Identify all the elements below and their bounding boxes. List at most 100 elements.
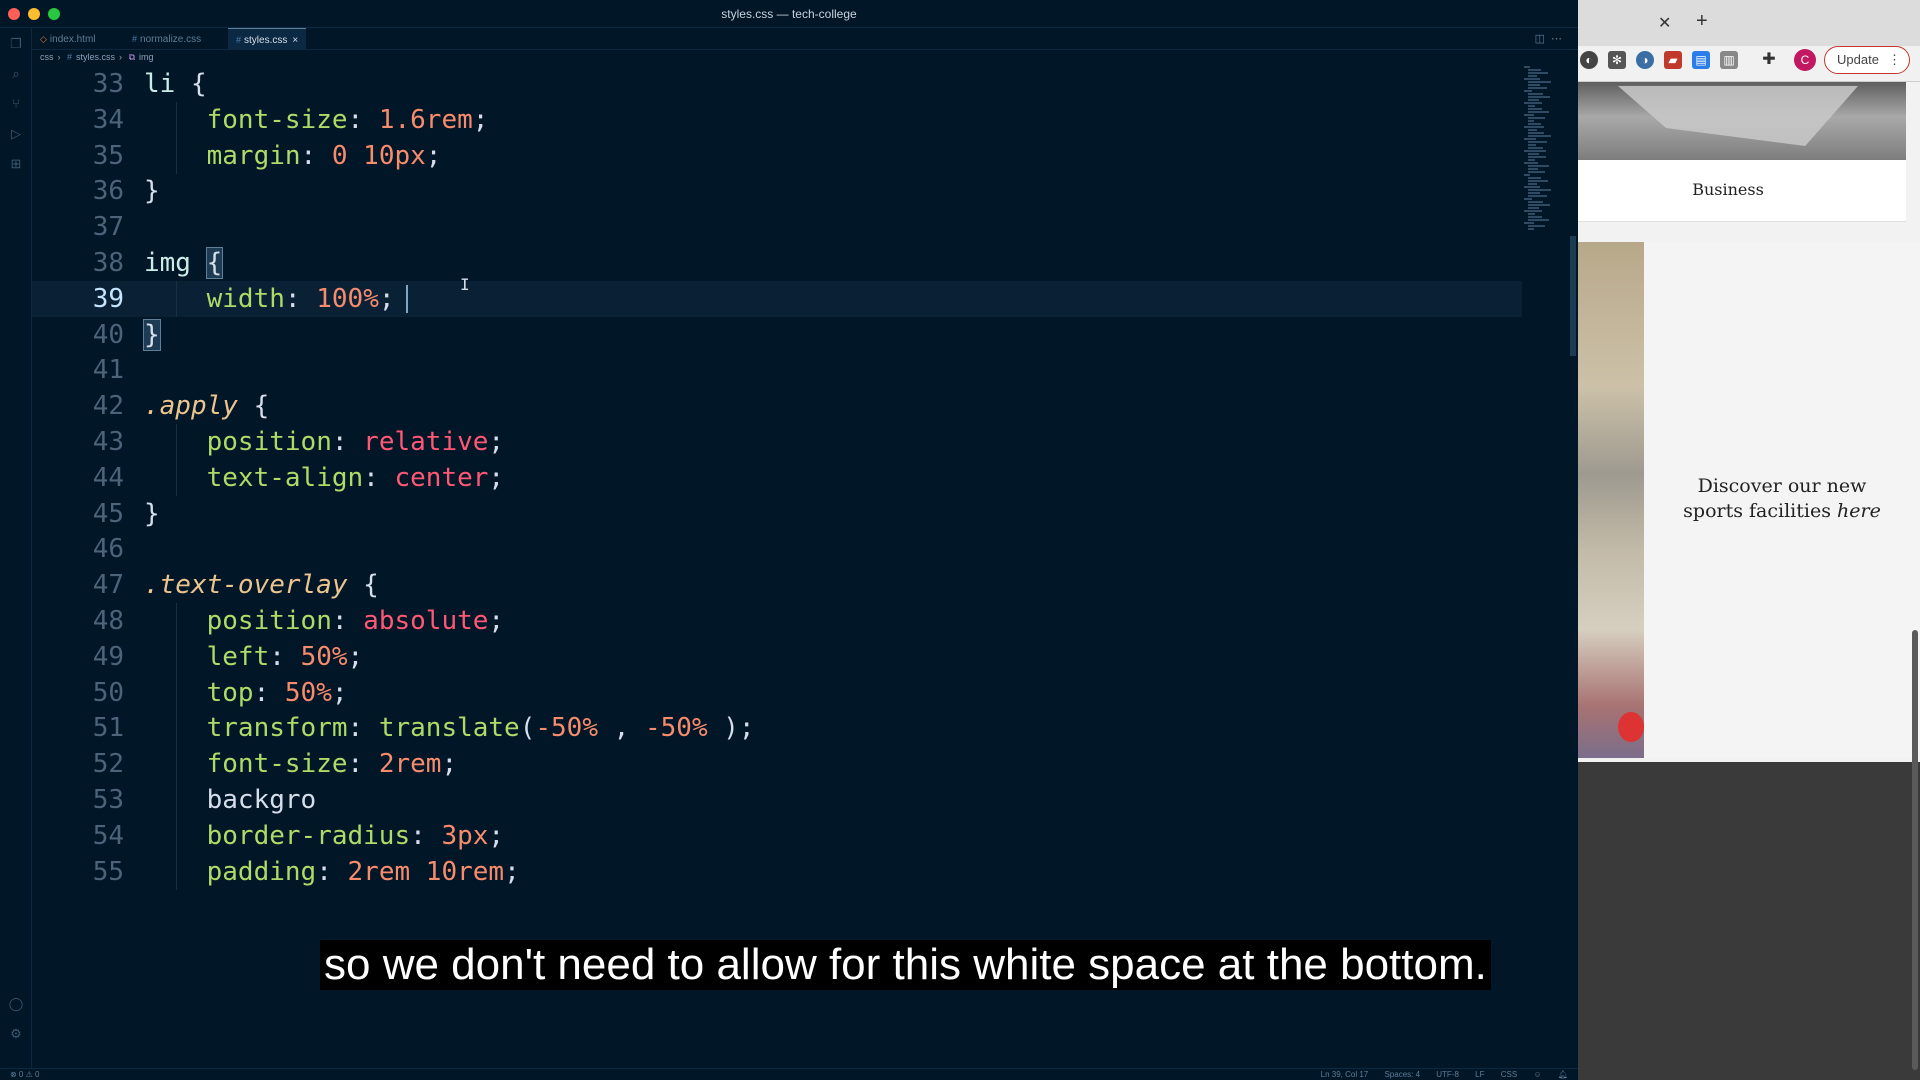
minimap-line — [1524, 126, 1544, 128]
more-actions-icon[interactable]: ⋯ — [1551, 33, 1568, 45]
code-line[interactable]: 49 left: 50%; — [32, 638, 1522, 675]
code-line[interactable]: 47 .text-overlay { — [32, 567, 1522, 603]
tab-index-html[interactable]: ◇ index.html — [32, 28, 104, 50]
line-number: 36 — [92, 176, 124, 207]
minimap-line — [1524, 138, 1536, 140]
status-bar: ⊗ 0 ⚠ 0 Ln 39, Col 17 Spaces: 4 UTF-8 LF… — [0, 1068, 1578, 1080]
tab-styles-css[interactable]: # styles.css × — [228, 28, 307, 50]
code-line[interactable]: 53 backgro — [32, 782, 1522, 818]
extension-icon[interactable]: ▥ — [1720, 51, 1738, 69]
code-line[interactable]: 45} — [32, 496, 1522, 532]
line-number: 52 — [92, 749, 124, 780]
code-text: } — [144, 176, 160, 207]
code-line[interactable]: 54 border-radius: 3px; — [32, 817, 1522, 854]
line-number: 44 — [92, 462, 124, 493]
minimap-line — [1528, 225, 1545, 227]
business-card[interactable]: Business — [1578, 160, 1906, 222]
line-number: 37 — [92, 212, 124, 243]
extension-icon[interactable]: ▰ — [1664, 51, 1682, 69]
extension-icon[interactable]: ◐ — [1580, 51, 1598, 69]
code-line[interactable]: 40} — [32, 317, 1522, 353]
update-button[interactable]: Update ⋮ — [1824, 46, 1910, 74]
minimap-line — [1528, 189, 1551, 191]
minimap[interactable] — [1524, 66, 1564, 236]
encoding[interactable]: UTF-8 — [1436, 1070, 1459, 1079]
breadcrumb-item[interactable]: img — [139, 52, 154, 62]
code-line[interactable]: 34 font-size: 1.6rem; — [32, 101, 1522, 138]
code-line[interactable]: 39 width: 100%; — [32, 280, 1522, 317]
code-line[interactable]: 44 text-align: center; — [32, 459, 1522, 496]
code-editor[interactable]: 33 li {34 font-size: 1.6rem; 35 margin: 0 … — [32, 66, 1572, 1066]
run-debug-icon[interactable]: ▷ — [8, 126, 24, 142]
code-line[interactable]: 41 — [32, 352, 1522, 388]
minimap-line — [1528, 72, 1548, 74]
extensions-icon[interactable]: ⊞ — [8, 156, 24, 172]
extension-icon[interactable]: ◑ — [1636, 51, 1654, 69]
minimap-line — [1528, 177, 1541, 179]
code-text: margin: 0 10px; — [206, 140, 442, 171]
code-line[interactable]: 55 padding: 2rem 10rem; — [32, 853, 1522, 890]
code-line[interactable]: 43 position: relative; — [32, 424, 1522, 460]
sports-link[interactable]: here — [1837, 500, 1881, 522]
breadcrumb-item[interactable]: styles.css — [76, 52, 115, 62]
code-text: li { — [144, 69, 207, 99]
code-line[interactable]: 38 img { — [32, 245, 1522, 281]
settings-gear-icon[interactable]: ⚙ — [8, 1026, 24, 1042]
indent-guide — [176, 603, 177, 639]
line-number: 49 — [92, 641, 124, 672]
editor-scrollbar[interactable] — [1570, 236, 1576, 356]
indentation[interactable]: Spaces: 4 — [1384, 1070, 1420, 1079]
account-icon[interactable]: ◯ — [8, 996, 24, 1012]
code-line[interactable]: 37 — [32, 209, 1522, 245]
minimap-line — [1528, 75, 1537, 77]
puzzle-icon[interactable]: ✚ — [1760, 51, 1778, 69]
minimap-line — [1528, 219, 1549, 221]
minimap-line — [1528, 120, 1534, 122]
new-tab-button[interactable]: + — [1696, 10, 1708, 33]
close-icon[interactable]: × — [292, 35, 298, 46]
line-number: 54 — [92, 820, 124, 851]
code-line[interactable]: 33 li { — [32, 66, 1522, 102]
extension-gear-icon[interactable]: ✻ — [1608, 51, 1626, 69]
close-icon[interactable]: ✕ — [1658, 13, 1671, 33]
browser-scrollbar[interactable] — [1912, 630, 1918, 1070]
video-subtitle: so we don't need to allow for this white… — [320, 940, 1491, 990]
code-text: img { — [144, 247, 224, 279]
code-text: position: relative; — [206, 427, 505, 457]
cursor-position[interactable]: Ln 39, Col 17 — [1321, 1070, 1369, 1079]
code-line[interactable]: 35 margin: 0 10px; — [32, 137, 1522, 174]
symbol-icon: ⧉ — [128, 52, 135, 62]
feedback-icon[interactable]: ☺ — [1533, 1070, 1541, 1079]
minimap-line — [1528, 159, 1535, 161]
code-line[interactable]: 36} — [32, 173, 1522, 209]
code-line[interactable]: 48 position: absolute; — [32, 603, 1522, 639]
bell-icon[interactable]: 🔔︎ — [1558, 1070, 1568, 1079]
code-line[interactable]: 52 font-size: 2rem; — [32, 746, 1522, 783]
minimap-line — [1528, 195, 1547, 197]
end-of-line[interactable]: LF — [1475, 1070, 1484, 1079]
avatar[interactable]: C — [1794, 49, 1816, 71]
explorer-icon[interactable]: ❐ — [8, 36, 24, 52]
minimap-line — [1528, 117, 1545, 119]
indent-guide — [176, 424, 177, 460]
minimap-line — [1528, 123, 1541, 125]
code-line[interactable]: 46 — [32, 531, 1522, 567]
sports-text: Discover our new sports facilities here — [1644, 474, 1920, 524]
more-vert-icon: ⋮ — [1888, 52, 1901, 67]
split-editor-icon[interactable]: ◫ — [1535, 33, 1551, 45]
minimap-line — [1528, 168, 1538, 170]
problems-indicator[interactable]: ⊗ 0 ⚠ 0 — [10, 1070, 39, 1079]
language-mode[interactable]: CSS — [1501, 1070, 1517, 1079]
tab-normalize-css[interactable]: # normalize.css — [124, 28, 209, 50]
minimap-line — [1524, 210, 1542, 212]
chevron-right-icon: › — [119, 52, 123, 62]
code-line[interactable]: 42 .apply { — [32, 388, 1522, 424]
source-control-icon[interactable]: ⑂ — [8, 96, 24, 112]
card-label: Business — [1692, 180, 1764, 199]
minimap-line — [1528, 183, 1537, 185]
search-icon[interactable]: ⌕ — [8, 66, 24, 82]
code-line[interactable]: 50 top: 50%; — [32, 674, 1522, 711]
extension-icon[interactable]: ▤ — [1692, 51, 1710, 69]
code-line[interactable]: 51 transform: translate(-50% , -50% ); — [32, 710, 1522, 747]
breadcrumb-item[interactable]: css — [40, 52, 54, 62]
